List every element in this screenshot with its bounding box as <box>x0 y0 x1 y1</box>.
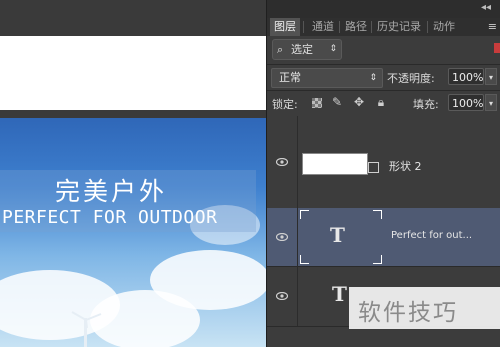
watermark-text: 软件技巧 <box>358 300 458 326</box>
tab-separator <box>339 21 340 33</box>
selection-corner <box>373 255 382 264</box>
watermark: 软件技巧 <box>349 287 500 329</box>
text-layer-thumbnail: T <box>300 210 382 264</box>
double-chevron-left-icon[interactable]: ◂◂ <box>481 2 491 13</box>
filter-row: ⌕ 选定 ⇕ <box>267 36 500 65</box>
lock-fill-row: 锁定: ✎ ✥ 🔒︎ 填充: 100% ▾ <box>267 90 500 117</box>
visibility-toggle[interactable] <box>267 116 298 208</box>
layer-name[interactable]: 形状 2 <box>389 158 422 174</box>
layer-row-shape-2[interactable]: 形状 2 <box>267 116 500 209</box>
eye-icon <box>276 158 288 166</box>
tab-separator <box>371 21 372 33</box>
canvas-title-cn: 完美户外 <box>55 177 168 206</box>
canvas-white-shape <box>0 36 266 110</box>
shape-thumbnail <box>302 153 368 175</box>
document-canvas[interactable]: 完美户外 PERFECT FOR OUTDOOR <box>0 0 266 347</box>
blend-mode-label: 正常 <box>279 71 301 84</box>
windmill-blades-icon <box>71 311 102 328</box>
panel-tabs: 图层 通道 路径 历史记录 动作 ≡ <box>267 18 500 37</box>
layer-row-text-selected[interactable]: T Perfect for out... <box>267 208 500 267</box>
tab-channels[interactable]: 通道 <box>308 18 338 36</box>
eye-icon <box>276 233 288 241</box>
tab-layers[interactable]: 图层 <box>270 18 300 36</box>
tab-separator <box>427 21 428 33</box>
blend-opacity-row: 正常 ⇕ 不透明度: 100% ▾ <box>267 64 500 91</box>
opacity-label: 不透明度: <box>387 72 435 85</box>
visibility-toggle[interactable] <box>267 266 298 326</box>
filter-label: 选定 <box>291 43 313 56</box>
layer-filter-select[interactable]: ⌕ 选定 ⇕ <box>272 39 342 60</box>
cloud <box>90 290 200 347</box>
tab-history[interactable]: 历史记录 <box>373 18 425 36</box>
filter-toggle-button[interactable] <box>494 43 500 53</box>
tab-separator <box>303 21 304 33</box>
text-layer-icon: T <box>332 282 347 306</box>
layer-name[interactable]: Perfect for out... <box>391 230 472 241</box>
selection-corner <box>300 255 309 264</box>
vector-mask-link-icon <box>368 162 379 173</box>
lock-transparent-pixels-icon[interactable] <box>312 98 322 108</box>
chevron-updown-icon: ⇕ <box>369 73 377 83</box>
visibility-toggle[interactable] <box>267 208 298 266</box>
opacity-dropdown[interactable]: ▾ <box>485 68 497 85</box>
fill-label: 填充: <box>413 98 439 111</box>
lock-all-icon[interactable]: 🔒︎ <box>374 95 388 109</box>
lock-image-pixels-icon[interactable]: ✎ <box>330 95 344 109</box>
blend-mode-select[interactable]: 正常 ⇕ <box>271 68 383 88</box>
search-icon: ⌕ <box>277 43 284 56</box>
selection-corner <box>373 210 382 219</box>
text-layer-icon: T <box>330 223 345 247</box>
chevron-updown-icon: ⇕ <box>329 44 337 54</box>
tab-paths[interactable]: 路径 <box>341 18 371 36</box>
tab-actions[interactable]: 动作 <box>429 18 459 36</box>
lock-label: 锁定: <box>272 98 298 111</box>
lock-position-icon[interactable]: ✥ <box>352 95 366 109</box>
eye-icon <box>276 292 288 300</box>
fill-dropdown[interactable]: ▾ <box>485 94 497 111</box>
panel-top-strip: ◂◂ <box>267 0 500 18</box>
canvas-title-en: PERFECT FOR OUTDOOR <box>2 207 218 228</box>
opacity-field[interactable]: 100% <box>448 68 484 85</box>
selection-corner <box>300 210 309 219</box>
panel-menu-icon[interactable]: ≡ <box>488 20 497 33</box>
canvas-gap <box>0 110 266 118</box>
fill-field[interactable]: 100% <box>448 94 484 111</box>
